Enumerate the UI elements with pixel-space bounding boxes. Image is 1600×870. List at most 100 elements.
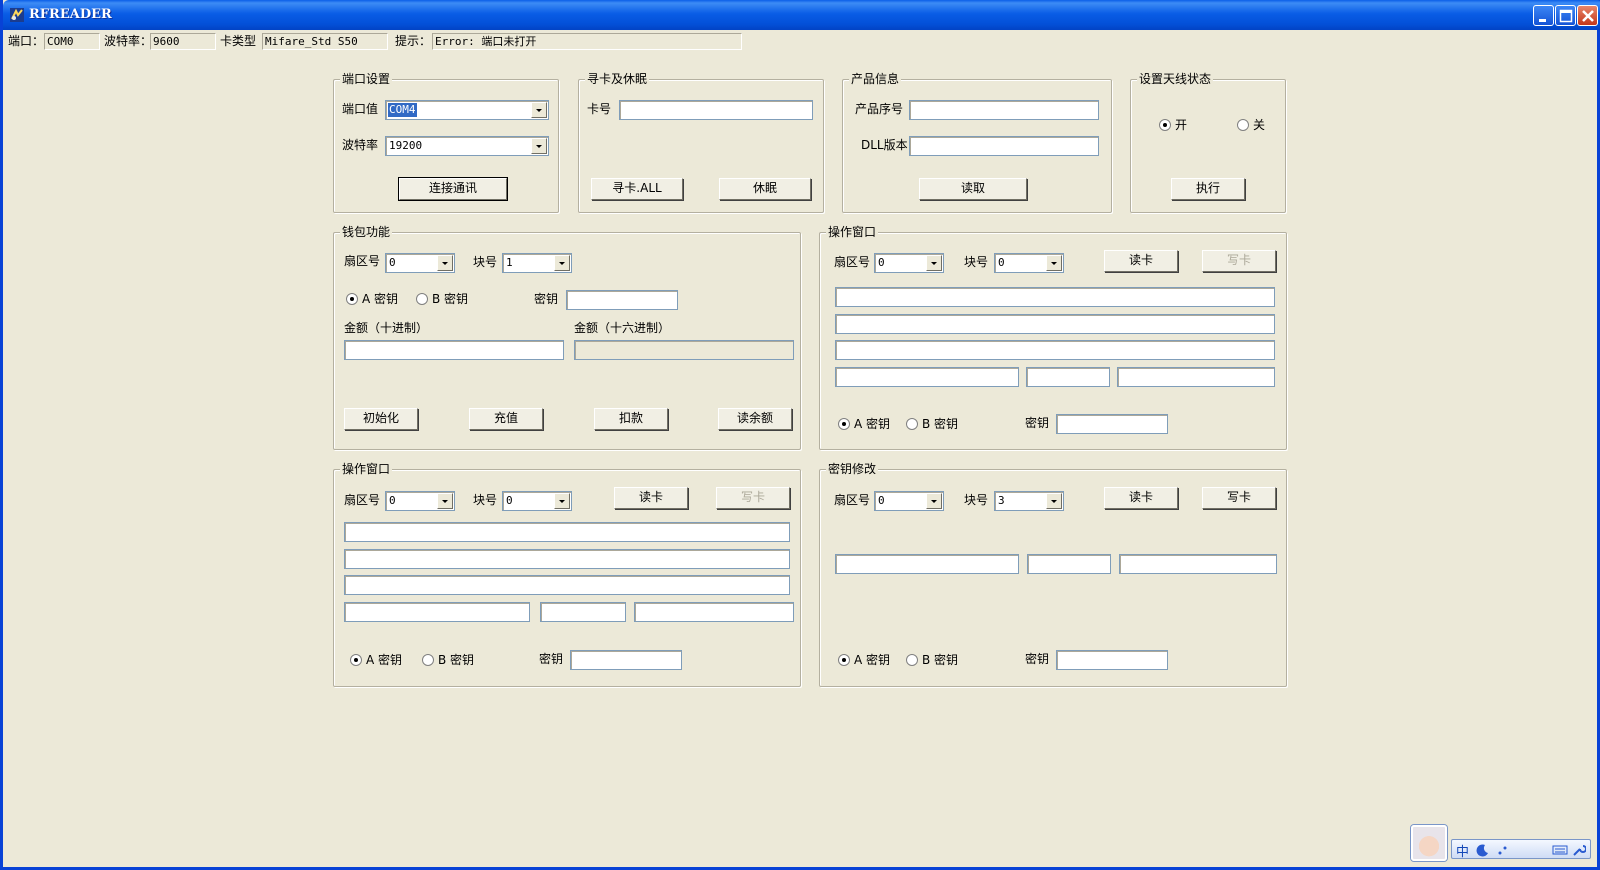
radio-dot-checked xyxy=(346,293,358,305)
ime-chinese-label[interactable]: 中 xyxy=(1456,841,1469,860)
kc-key-a-field[interactable] xyxy=(835,554,1019,574)
kc-read-card-button[interactable]: 读卡 xyxy=(1104,487,1178,509)
punctuation-icon[interactable] xyxy=(1496,843,1510,857)
op2-access-bits-field[interactable] xyxy=(540,602,626,622)
op1-read-card-button[interactable]: 读卡 xyxy=(1104,250,1178,272)
wallet-key-field[interactable] xyxy=(566,290,678,310)
op2-key-a-field[interactable] xyxy=(344,602,530,622)
minimize-button[interactable] xyxy=(1533,5,1554,26)
maximize-button[interactable] xyxy=(1555,5,1576,26)
port-select[interactable]: COM4 xyxy=(385,100,549,120)
key-change-title: 密钥修改 xyxy=(826,462,879,476)
dropdown-arrow-icon[interactable] xyxy=(1046,493,1062,509)
kc-key-b-radio[interactable]: B 密钥 xyxy=(906,653,958,667)
find-card-button[interactable]: 寻卡.ALL xyxy=(591,178,683,200)
op2-block-value: 0 xyxy=(506,494,513,507)
kc-key-b-field[interactable] xyxy=(1119,554,1277,574)
op1-key-b-label: B 密钥 xyxy=(922,417,959,431)
op1-data-row-2[interactable] xyxy=(835,314,1275,334)
dropdown-arrow-icon[interactable] xyxy=(1046,255,1062,271)
recharge-button[interactable]: 充值 xyxy=(469,408,543,430)
antenna-on-radio[interactable]: 开 xyxy=(1159,118,1187,132)
antenna-group: 设置天线状态 开 关 执行 xyxy=(1130,72,1286,213)
keyboard-icon[interactable] xyxy=(1552,843,1568,857)
op2-data-row-3[interactable] xyxy=(344,575,790,595)
kc-block-select[interactable]: 3 xyxy=(994,491,1064,511)
sleep-button[interactable]: 休眠 xyxy=(719,178,811,200)
read-product-button[interactable]: 读取 xyxy=(919,178,1027,200)
dropdown-arrow-icon[interactable] xyxy=(926,493,942,509)
op1-block-select[interactable]: 0 xyxy=(994,253,1064,273)
wallet-key-b-radio[interactable]: B 密钥 xyxy=(416,292,468,306)
wallet-title: 钱包功能 xyxy=(340,225,393,239)
op1-key-field[interactable] xyxy=(1056,414,1168,434)
amount-hex-label: 金额（十六进制） xyxy=(574,321,671,335)
antenna-title: 设置天线状态 xyxy=(1137,72,1214,86)
dll-version-label: DLL版本 xyxy=(861,138,908,152)
wallet-key-a-radio[interactable]: A 密钥 xyxy=(346,292,398,306)
dropdown-arrow-icon[interactable] xyxy=(554,255,570,271)
antenna-off-radio[interactable]: 关 xyxy=(1237,118,1265,132)
status-hint-value: Error: 端口未打开 xyxy=(432,33,742,50)
init-button[interactable]: 初始化 xyxy=(344,408,418,430)
op2-key-a-label: A 密钥 xyxy=(366,653,403,667)
op1-access-bits-field[interactable] xyxy=(1026,367,1110,387)
dropdown-arrow-icon[interactable] xyxy=(531,138,547,154)
kc-write-card-button[interactable]: 写卡 xyxy=(1202,487,1276,509)
kc-key-field[interactable] xyxy=(1056,650,1168,670)
kc-key-a-label: A 密钥 xyxy=(854,653,891,667)
dropdown-arrow-icon[interactable] xyxy=(437,493,453,509)
op1-key-b-field[interactable] xyxy=(1117,367,1275,387)
close-button[interactable] xyxy=(1577,5,1598,26)
op2-key-a-radio[interactable]: A 密钥 xyxy=(350,653,402,667)
dropdown-arrow-icon[interactable] xyxy=(437,255,453,271)
op2-sector-select[interactable]: 0 xyxy=(385,491,455,511)
execute-button[interactable]: 执行 xyxy=(1171,178,1245,200)
op1-data-row-3[interactable] xyxy=(835,340,1275,360)
wrench-icon[interactable] xyxy=(1572,843,1586,857)
op1-key-a-field[interactable] xyxy=(835,367,1019,387)
read-balance-button[interactable]: 读余额 xyxy=(718,408,792,430)
amount-dec-field[interactable] xyxy=(344,340,564,360)
kc-sector-label: 扇区号 xyxy=(834,493,871,507)
title-bar[interactable]: RFREADER xyxy=(3,0,1600,30)
ime-bar: 中 xyxy=(1451,839,1591,860)
op2-key-field[interactable] xyxy=(570,650,682,670)
op1-key-b-radio[interactable]: B 密钥 xyxy=(906,417,958,431)
wallet-block-select[interactable]: 1 xyxy=(502,253,572,273)
serial-field[interactable] xyxy=(909,100,1099,120)
avatar[interactable] xyxy=(1411,825,1447,861)
baud-select[interactable]: 19200 xyxy=(385,136,549,156)
kc-sector-select[interactable]: 0 xyxy=(874,491,944,511)
dll-version-field[interactable] xyxy=(909,136,1099,156)
wallet-sector-value: 0 xyxy=(389,256,396,269)
dropdown-arrow-icon[interactable] xyxy=(554,493,570,509)
op2-key-b-radio[interactable]: B 密钥 xyxy=(422,653,474,667)
card-number-label: 卡号 xyxy=(587,102,612,116)
op2-read-card-button[interactable]: 读卡 xyxy=(614,487,688,509)
radio-dot xyxy=(422,654,434,666)
op2-key-b-label: B 密钥 xyxy=(438,653,475,667)
op1-sector-select[interactable]: 0 xyxy=(874,253,944,273)
dropdown-arrow-icon[interactable] xyxy=(531,102,547,118)
op1-key-a-radio[interactable]: A 密钥 xyxy=(838,417,890,431)
op2-data-row-1[interactable] xyxy=(344,522,790,542)
op2-key-b-field[interactable] xyxy=(634,602,794,622)
op1-data-row-1[interactable] xyxy=(835,287,1275,307)
op2-data-row-2[interactable] xyxy=(344,549,790,569)
moon-icon[interactable] xyxy=(1476,843,1490,857)
card-number-field[interactable] xyxy=(619,100,813,120)
find-sleep-group: 寻卡及休眠 卡号 寻卡.ALL 休眠 xyxy=(578,72,824,213)
wallet-sector-select[interactable]: 0 xyxy=(385,253,455,273)
op2-block-label: 块号 xyxy=(473,493,498,507)
kc-access-bits-field[interactable] xyxy=(1027,554,1111,574)
op1-write-card-button: 写卡 xyxy=(1202,250,1276,272)
connect-button[interactable]: 连接通讯 xyxy=(398,177,508,201)
deduct-button[interactable]: 扣款 xyxy=(594,408,668,430)
op2-block-select[interactable]: 0 xyxy=(502,491,572,511)
wallet-sector-label: 扇区号 xyxy=(344,254,381,268)
dropdown-arrow-icon[interactable] xyxy=(926,255,942,271)
ime-toolbar[interactable]: 中 xyxy=(1411,825,1591,861)
minimize-icon xyxy=(1539,19,1546,22)
kc-key-a-radio[interactable]: A 密钥 xyxy=(838,653,890,667)
